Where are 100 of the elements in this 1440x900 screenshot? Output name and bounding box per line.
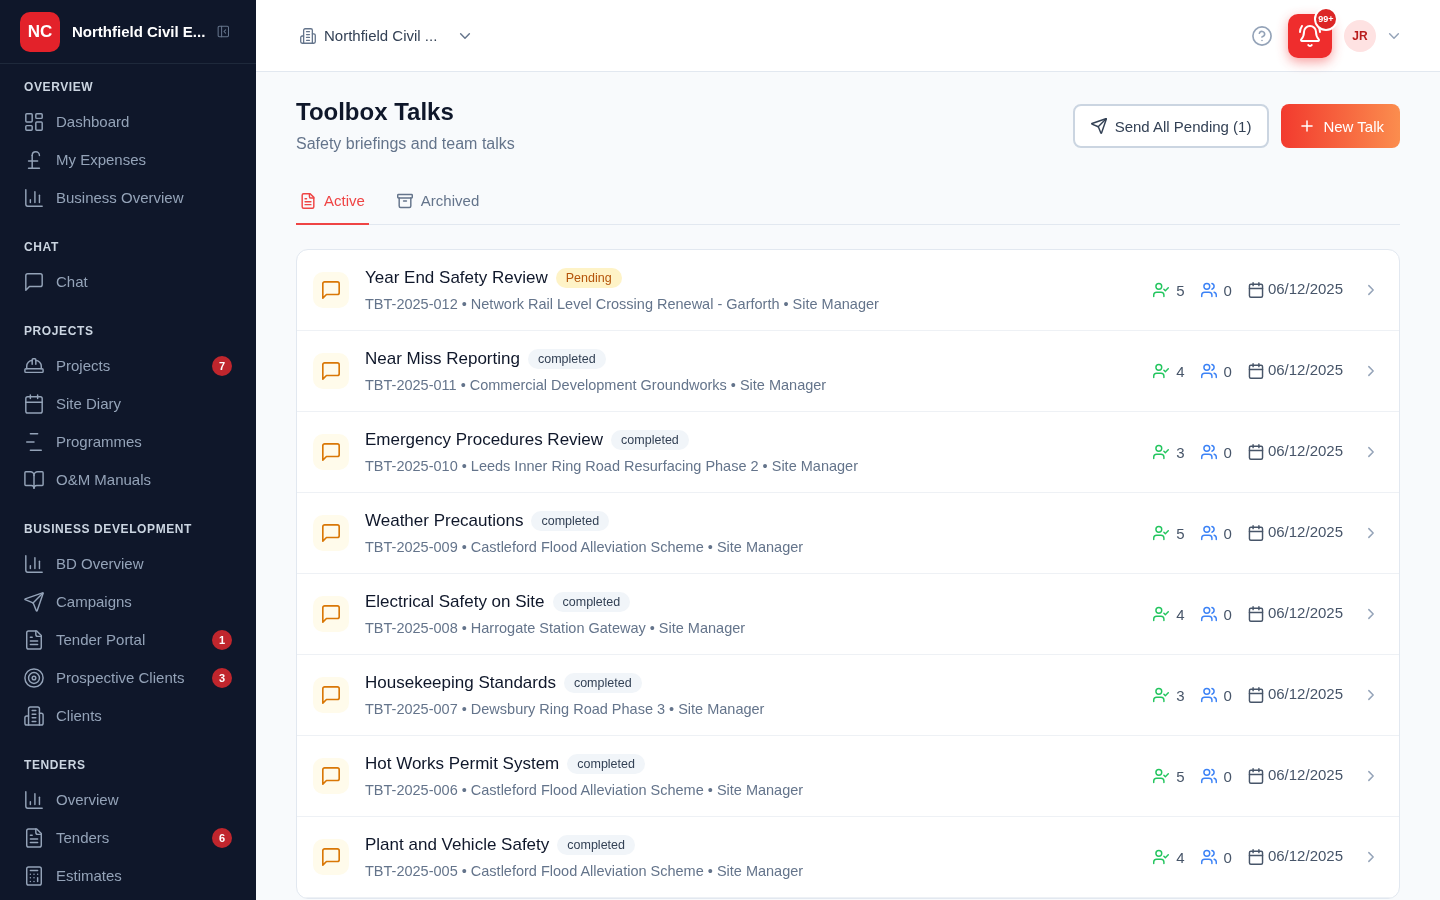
user-check-icon [1153,768,1170,784]
status-badge: completed [527,349,606,369]
building-icon [24,706,44,726]
speech-bubble-icon [24,272,44,292]
talk-date: 06/12/2025 [1267,685,1343,702]
talk-details: TBT-2025-010 • Leeds Inner Ring Road Resurfacing Phase 2 • Site Manager [365,457,859,476]
talk-details: TBT-2025-007 • Dewsbury Ring Road Phase 3 • Site Manager [365,700,766,719]
talk-date: 06/12/2025 [1267,847,1343,864]
nav-item[interactable]: Prospective Clients [24,668,212,688]
user-check-count: 3 [1176,686,1185,704]
page-subtitle: Safety briefings and team talks [296,134,515,154]
users-icon [1200,687,1217,703]
status-badge: completed [557,835,635,855]
tab[interactable]: Active [296,180,369,225]
user-check-count: 4 [1176,605,1185,623]
tab[interactable]: Archived [392,180,484,225]
talk-title: Weather Precautions [365,511,524,531]
users-icon [1200,363,1217,379]
notification-count-badge: 99+ [1314,6,1338,31]
document-icon [24,630,44,650]
nav-item[interactable]: O&M Manuals [24,470,232,490]
talk-title: Near Miss Reporting [365,349,520,369]
nav-item[interactable]: Site Diary [24,394,232,414]
help-icon[interactable] [1252,25,1272,46]
talk-title: Year End Safety Review [365,268,548,288]
users-count: 0 [1223,767,1232,785]
users-count: 0 [1223,524,1232,542]
nav-item[interactable]: My Expenses [24,150,232,170]
workspace-selector[interactable]: Northfield Civil ... [292,23,482,48]
status-badge: completed [563,673,642,693]
nav-item[interactable]: Overview [24,790,232,810]
status-badge: Pending [555,268,622,288]
document-icon [24,828,44,848]
talk-details: TBT-2025-011 • Commercial Development Groundworks • Site Manager [365,376,828,395]
nav-item[interactable]: Programmes [24,432,232,452]
count-badge: 6 [212,828,232,848]
target-icon [24,668,44,688]
section-heading: OVERVIEW [23,79,95,95]
bar-chart-icon [24,554,44,574]
user-check-count: 5 [1176,767,1185,785]
calendar-icon [1247,444,1264,460]
users-icon [1200,282,1217,298]
talk-details: TBT-2025-008 • Harrogate Station Gateway • Site Manager [365,619,747,638]
users-count: 0 [1223,848,1232,866]
users-icon [1200,849,1217,865]
section-heading: TENDERS [23,757,87,773]
building-icon [300,27,316,44]
status-badge: completed [552,592,631,612]
book-icon [24,470,44,490]
calendar-icon [1247,849,1264,865]
nav-item[interactable]: Projects [24,356,212,376]
send-all-button[interactable]: Send All Pending (1) [1072,104,1270,148]
nav-item[interactable]: Clients [24,706,232,726]
talk-date: 06/12/2025 [1267,766,1343,783]
nav-item[interactable]: BD Overview [24,554,232,574]
user-check-count: 4 [1176,848,1185,866]
talk-title: Housekeeping Standards [365,673,556,693]
user-check-icon [1153,525,1170,541]
talk-details: TBT-2025-012 • Network Rail Level Crossing Renewal - Garforth • Site Manager [365,295,880,314]
user-check-count: 4 [1176,362,1185,380]
sidebar-collapse-icon[interactable] [217,23,230,40]
user-avatar[interactable]: JR [1344,19,1376,52]
talk-details: TBT-2025-005 • Castleford Flood Alleviation Scheme • Site Manager [365,862,805,881]
speech-bubble-icon [313,758,349,794]
calendar-icon [1247,768,1264,784]
company-logo: NC [20,11,60,52]
archive-box-icon [396,193,413,209]
paper-plane-icon [24,592,44,612]
calendar-icon [24,394,44,414]
nav-item[interactable]: Tender Portal [24,630,212,650]
speech-bubble-icon [313,515,349,551]
nav-item[interactable]: Tenders [24,828,212,848]
users-count: 0 [1223,686,1232,704]
grid-icon [24,112,44,132]
speech-bubble-icon [313,596,349,632]
bar-chart-icon [24,188,44,208]
nav-item[interactable]: Dashboard [24,112,232,132]
nav-item[interactable]: Business Overview [24,188,232,208]
talk-date: 06/12/2025 [1267,523,1343,540]
status-badge: completed [531,511,610,531]
section-heading: PROJECTS [23,323,95,339]
status-badge: completed [567,754,645,774]
calendar-icon [1247,282,1264,298]
nav-item[interactable]: Campaigns [24,592,232,612]
talk-title: Plant and Vehicle Safety [365,835,550,855]
nav-item[interactable]: Estimates [24,866,232,886]
talk-title: Emergency Procedures Review [365,430,604,450]
talk-date: 06/12/2025 [1267,442,1343,459]
user-check-count: 5 [1176,281,1185,299]
user-check-icon [1153,282,1170,298]
hard-hat-icon [24,356,44,376]
nav-item[interactable]: Chat [24,272,232,292]
speech-bubble-icon [313,353,349,389]
calendar-icon [1247,606,1264,622]
calculator-icon [24,866,44,886]
user-check-icon [1153,687,1170,703]
talk-title: Electrical Safety on Site [365,592,545,612]
calendar-icon [1247,687,1264,703]
talk-details: TBT-2025-009 • Castleford Flood Alleviation Scheme • Site Manager [365,538,805,557]
users-icon [1200,444,1217,460]
